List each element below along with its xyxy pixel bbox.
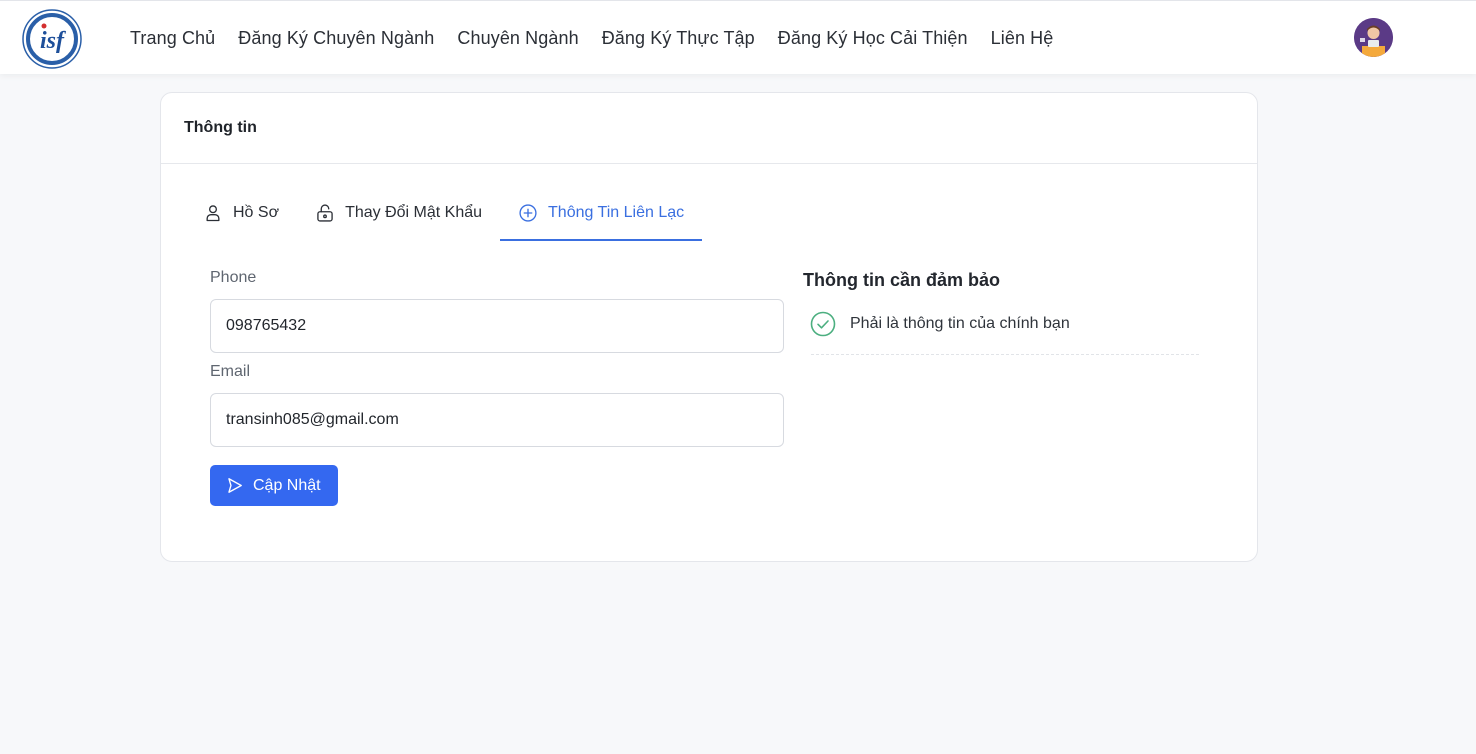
update-button[interactable]: Cập Nhật: [210, 465, 338, 506]
send-icon: [228, 478, 242, 493]
card-title: Thông tin: [184, 119, 257, 136]
tab-thong-tin-lien-lac[interactable]: Thông Tin Liên Lạc: [500, 187, 703, 241]
phone-input[interactable]: [210, 299, 784, 353]
profile-tabs: Hồ Sơ Thay Đổi Mật Khẩu Thông Tin Liên L…: [185, 187, 703, 241]
contact-form: Phone Email Cập Nhật: [210, 269, 785, 506]
card-header: Thông tin: [161, 93, 1257, 164]
nav-item-trang-chu[interactable]: Trang Chủ: [130, 28, 215, 49]
tab-label: Thay Đổi Mật Khẩu: [345, 204, 483, 221]
nav-item-dang-ky-thuc-tap[interactable]: Đăng Ký Thực Tập: [602, 28, 755, 49]
plus-circle-icon: [519, 204, 537, 222]
nav-item-dang-ky-chuyen-nganh[interactable]: Đăng Ký Chuyên Ngành: [238, 28, 434, 49]
requirements-title: Thông tin cần đảm bảo: [803, 270, 1000, 290]
svg-text:isf: isf: [40, 28, 66, 54]
tab-label: Hồ Sơ: [233, 204, 280, 221]
phone-field: Phone: [210, 269, 785, 353]
main-nav: Trang Chủ Đăng Ký Chuyên Ngành Chuyên Ng…: [130, 1, 1053, 75]
nav-item-lien-he[interactable]: Liên Hệ: [991, 28, 1054, 49]
top-navbar: isf Trang Chủ Đăng Ký Chuyên Ngành Chuyê…: [0, 0, 1476, 74]
requirement-item: Phải là thông tin của chính bạn: [810, 311, 1199, 355]
info-card: Thông tin Hồ Sơ Thay Đổi Mật Khẩu Thông …: [160, 92, 1258, 562]
unlock-icon: [317, 204, 333, 222]
email-label: Email: [210, 363, 251, 380]
user-icon: [206, 205, 220, 222]
email-field: Email: [210, 363, 785, 447]
isf-logo-icon[interactable]: isf: [22, 9, 82, 69]
user-avatar-icon[interactable]: [1354, 18, 1393, 57]
phone-label: Phone: [210, 269, 257, 286]
nav-item-dang-ky-hoc-cai-thien[interactable]: Đăng Ký Học Cải Thiện: [778, 28, 968, 49]
update-button-label: Cập Nhật: [253, 476, 321, 494]
tab-thay-doi-mat-khau[interactable]: Thay Đổi Mật Khẩu: [297, 187, 500, 241]
email-input[interactable]: [210, 393, 784, 447]
check-circle-icon: [810, 311, 836, 337]
tab-ho-so[interactable]: Hồ Sơ: [185, 187, 297, 241]
requirement-text: Phải là thông tin của chính bạn: [850, 315, 1070, 332]
requirements-panel: Thông tin cần đảm bảo Phải là thông tin …: [803, 270, 1199, 355]
nav-item-chuyen-nganh[interactable]: Chuyên Ngành: [457, 28, 578, 49]
tab-label: Thông Tin Liên Lạc: [548, 204, 685, 221]
